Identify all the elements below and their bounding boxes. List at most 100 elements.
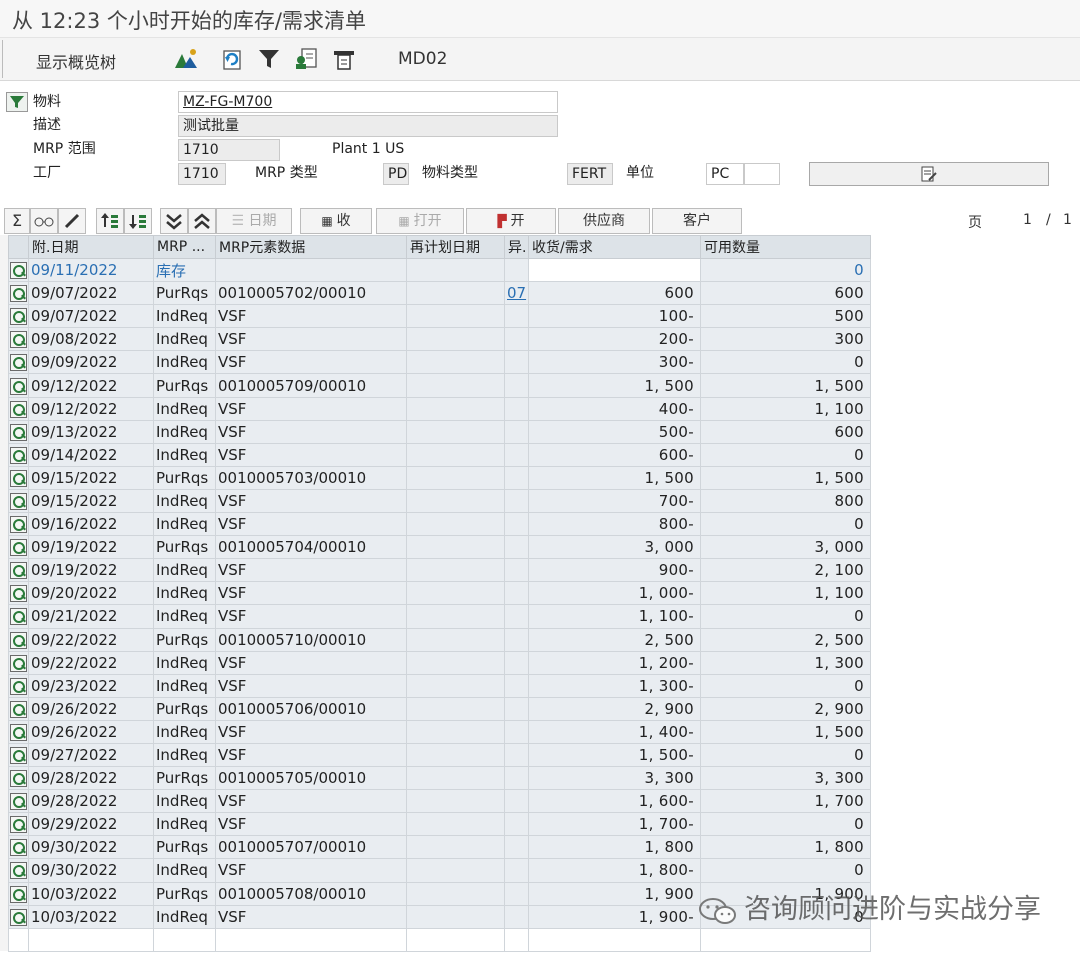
element-detail-icon[interactable]: [10, 400, 27, 418]
table-row[interactable]: 09/14/2022 IndReq VSF 600- 0: [8, 442, 871, 467]
table-row[interactable]: 09/30/2022 IndReq VSF 1, 800- 0: [8, 858, 871, 883]
page-current[interactable]: 1: [1023, 212, 1032, 228]
element-detail-icon[interactable]: [10, 885, 27, 903]
cell-mrp-element-text: IndReq: [156, 307, 208, 326]
table-row[interactable]: 09/30/2022 PurRqs 0010005707/00010 1, 800 1,…: [8, 835, 871, 860]
filter-icon[interactable]: [256, 46, 282, 72]
sort-ascending-icon[interactable]: [96, 208, 124, 234]
cell-mrp-element: PurRqs: [153, 696, 216, 721]
element-detail-icon[interactable]: [10, 770, 27, 788]
row-detail-icon-cell: [8, 650, 29, 675]
table-row[interactable]: 09/23/2022 IndReq VSF 1, 300- 0: [8, 673, 871, 698]
element-detail-icon[interactable]: [10, 654, 27, 672]
element-detail-icon[interactable]: [10, 492, 27, 510]
show-overview-tree-button[interactable]: 显示概览树: [36, 49, 116, 73]
table-row[interactable]: 09/27/2022 IndReq VSF 1, 500- 0: [8, 742, 871, 768]
print-icon[interactable]: [331, 46, 357, 72]
table-row[interactable]: 09/15/2022 PurRqs 0010005703/00010 1, 500 1,…: [8, 465, 871, 490]
column-header-mrp-element[interactable]: MRP ...: [153, 235, 216, 259]
open-button[interactable]: ▦ 打开: [376, 208, 464, 234]
element-detail-icon[interactable]: [10, 516, 27, 534]
column-header-date[interactable]: 附.日期: [28, 235, 154, 259]
element-detail-icon[interactable]: [10, 908, 27, 926]
table-row[interactable]: 09/08/2022 IndReq VSF 200- 300: [8, 327, 871, 352]
table-row[interactable]: 09/20/2022 IndReq VSF 1, 000- 1, 100: [8, 581, 871, 606]
cell-date: 09/28/2022: [28, 766, 154, 791]
overview-icon[interactable]: [173, 46, 199, 72]
table-row[interactable]: 09/12/2022 IndReq VSF 400- 1, 100: [8, 396, 871, 421]
table-row[interactable]: 09/13/2022 IndReq VSF 500- 600: [8, 419, 871, 444]
cell-reschedule: [406, 812, 505, 837]
element-detail-icon[interactable]: [10, 446, 27, 464]
element-detail-icon[interactable]: [10, 631, 27, 649]
element-detail-icon[interactable]: [10, 723, 27, 741]
table-row[interactable]: 09/28/2022 PurRqs 0010005705/00010 3, 300 3,…: [8, 766, 871, 791]
element-detail-icon[interactable]: [10, 285, 27, 303]
element-detail-icon[interactable]: [10, 539, 27, 557]
table-row[interactable]: 09/21/2022 IndReq VSF 1, 100- 0: [8, 604, 871, 629]
table-row[interactable]: 09/07/2022 PurRqs 0010005702/00010 07 600 600: [8, 281, 871, 306]
element-detail-icon[interactable]: [10, 585, 27, 603]
table-row[interactable]: 09/28/2022 IndReq VSF 1, 600- 1, 700: [8, 789, 871, 814]
element-detail-icon[interactable]: [10, 308, 27, 326]
table-row[interactable]: 09/22/2022 IndReq VSF 1, 200- 1, 300: [8, 650, 871, 675]
row-detail-icon-cell: [8, 257, 29, 283]
table-row[interactable]: 09/19/2022 PurRqs 0010005704/00010 3, 000 3,…: [8, 535, 871, 560]
table-row[interactable]: 09/22/2022 PurRqs 0010005710/00010 2, 500 2,…: [8, 627, 871, 652]
column-header-available[interactable]: 可用数量: [700, 235, 871, 259]
column-header-reschedule[interactable]: 再计划日期: [406, 235, 505, 259]
cell-available: 0: [700, 512, 871, 537]
date-button[interactable]: ☰ 日期: [216, 208, 292, 234]
material-field[interactable]: MZ-FG-M700: [178, 91, 558, 113]
table-row[interactable]: 09/09/2022 IndReq VSF 300- 0: [8, 350, 871, 375]
pencil-icon[interactable]: [58, 208, 86, 234]
element-detail-icon[interactable]: [10, 469, 27, 487]
table-row[interactable]: 09/26/2022 PurRqs 0010005706/00010 2, 900 2,…: [8, 696, 871, 721]
table-row[interactable]: 09/19/2022 IndReq VSF 900- 2, 100: [8, 558, 871, 583]
customer-button[interactable]: 客户: [652, 208, 742, 234]
cell-reschedule: [406, 396, 505, 421]
refresh-icon[interactable]: [219, 46, 245, 72]
element-detail-icon[interactable]: [10, 608, 27, 626]
header-detail-button[interactable]: [809, 162, 1049, 186]
element-detail-icon[interactable]: [10, 839, 27, 857]
element-detail-icon[interactable]: [10, 816, 27, 834]
find-icon[interactable]: [293, 46, 319, 72]
expand-all-icon[interactable]: [160, 208, 188, 234]
element-detail-icon[interactable]: [10, 423, 27, 441]
column-header-exception[interactable]: 异.: [504, 235, 529, 259]
header-toggle-button[interactable]: [6, 92, 28, 112]
element-detail-icon[interactable]: [10, 747, 27, 765]
sigma-icon[interactable]: Σ: [4, 208, 30, 234]
cell-mrp-element: IndReq: [153, 512, 216, 537]
cell-mrp-data-text: VSF: [218, 515, 247, 534]
open-flag-button[interactable]: ▛ 开: [466, 208, 556, 234]
cell-mrp-data-text: 0010005709/00010: [218, 376, 367, 395]
table-row[interactable]: 09/16/2022 IndReq VSF 800- 0: [8, 512, 871, 537]
cell-available-text: 3, 300: [814, 769, 864, 788]
receipts-button[interactable]: ▦ 收: [300, 208, 372, 234]
element-detail-icon[interactable]: [10, 354, 27, 372]
element-detail-icon[interactable]: [10, 700, 27, 718]
cell-exception[interactable]: 07: [504, 281, 529, 306]
column-header-mrp-data[interactable]: MRP元素数据: [215, 235, 407, 259]
element-detail-icon[interactable]: [10, 677, 27, 695]
element-detail-icon[interactable]: [10, 562, 27, 580]
element-detail-icon[interactable]: [10, 793, 27, 811]
element-detail-icon[interactable]: [10, 862, 27, 880]
vendor-button[interactable]: 供应商: [558, 208, 650, 234]
element-detail-icon[interactable]: [10, 331, 27, 349]
element-detail-icon[interactable]: [10, 377, 27, 395]
table-row[interactable]: 09/11/2022 库存 0: [8, 257, 871, 283]
table-row[interactable]: 09/15/2022 IndReq VSF 700- 800: [8, 488, 871, 514]
glasses-icon[interactable]: [30, 208, 58, 234]
collapse-all-icon[interactable]: [188, 208, 216, 234]
table-row[interactable]: 09/12/2022 PurRqs 0010005709/00010 1, 500 1,…: [8, 373, 871, 398]
table-row[interactable]: 09/29/2022 IndReq VSF 1, 700- 0: [8, 812, 871, 837]
table-row[interactable]: 09/26/2022 IndReq VSF 1, 400- 1, 500: [8, 719, 871, 744]
cell-exception: [504, 465, 529, 490]
column-header-receipt-req[interactable]: 收货/需求: [528, 235, 701, 259]
table-row[interactable]: 09/07/2022 IndReq VSF 100- 500: [8, 304, 871, 329]
sort-descending-icon[interactable]: [124, 208, 152, 234]
element-detail-icon[interactable]: [10, 262, 27, 280]
